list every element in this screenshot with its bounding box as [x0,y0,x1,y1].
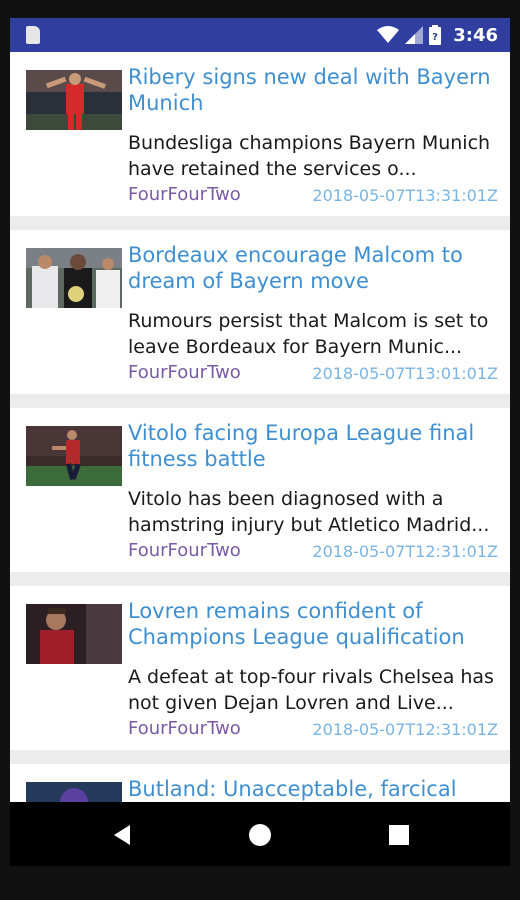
article-title[interactable]: Ribery signs new deal with Bayern Munich [128,64,500,116]
article-date: 2018-05-07T12:31:01Z [312,542,498,561]
home-circle-icon[interactable] [247,822,273,848]
article-source: FourFourTwo [128,718,241,739]
wifi-icon [377,26,400,43]
news-card[interactable]: Ribery signs new deal with Bayern Munich… [10,52,510,216]
article-source: FourFourTwo [128,540,241,561]
article-title[interactable]: Vitolo facing Europa League final fitnes… [128,420,500,472]
status-icons: ? 3:46 [377,18,498,52]
article-title[interactable]: Butland: Unacceptable, farcical [128,776,500,802]
article-source: FourFourTwo [128,362,241,383]
article-thumbnail[interactable] [26,782,122,802]
news-card[interactable]: Lovren remains confident of Champions Le… [10,586,510,750]
phone-screen: ? 3:46 Ribery signs new deal with Bayern… [10,18,510,866]
article-thumbnail[interactable] [26,70,122,130]
cell-signal-icon [405,26,424,44]
recents-square-icon[interactable] [386,822,412,848]
news-card[interactable]: Butland: Unacceptable, farcical [10,764,510,802]
article-thumbnail[interactable] [26,426,122,486]
sd-card-icon [26,26,40,44]
article-date: 2018-05-07T12:31:01Z [312,720,498,739]
status-bar: ? 3:46 [10,18,510,52]
article-description: A defeat at top-four rivals Chelsea has … [128,666,494,714]
status-time: 3:46 [453,24,498,46]
article-description: Rumours persist that Malcom is set to le… [128,310,489,358]
article-date: 2018-05-07T13:01:01Z [312,364,498,383]
svg-text:?: ? [432,32,438,43]
article-title[interactable]: Bordeaux encourage Malcom to dream of Ba… [128,242,500,294]
article-thumbnail[interactable] [26,248,122,308]
article-date: 2018-05-07T13:31:01Z [312,186,498,205]
article-description: Bundesliga champions Bayern Munich have … [128,132,491,180]
article-title[interactable]: Lovren remains confident of Champions Le… [128,598,500,650]
news-card[interactable]: Bordeaux encourage Malcom to dream of Ba… [10,230,510,394]
battery-icon: ? [429,25,442,45]
news-feed[interactable]: Ribery signs new deal with Bayern Munich… [10,52,510,802]
article-description: Vitolo has been diagnosed with a hamstri… [128,488,490,536]
navigation-bar [10,802,510,866]
news-card[interactable]: Vitolo facing Europa League final fitnes… [10,408,510,572]
article-source: FourFourTwo [128,184,241,205]
back-triangle-icon[interactable] [110,822,136,848]
article-thumbnail[interactable] [26,604,122,664]
